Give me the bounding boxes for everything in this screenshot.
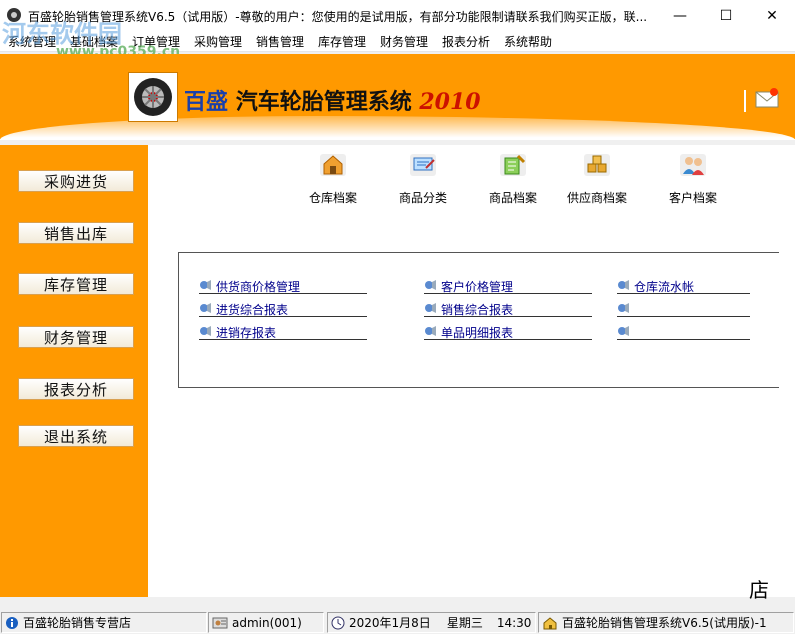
info-icon <box>6 616 18 629</box>
toolbar-product[interactable]: 商品档案 <box>478 148 548 205</box>
link-label: 仓库流水帐 <box>634 280 695 294</box>
menu-order[interactable]: 订单管理 <box>132 33 180 50</box>
tire-logo <box>128 72 178 122</box>
link-bullet-icon <box>618 303 629 313</box>
sidebar-report-button[interactable]: 报表分析 <box>18 378 134 400</box>
status-app-name: 百盛轮胎销售管理系统V6.5(试用版)-1 <box>562 616 767 630</box>
link-customer-price[interactable]: 客户价格管理 <box>424 277 592 294</box>
status-shop-name: 百盛轮胎销售专营店 <box>23 616 132 630</box>
tire-icon <box>134 78 172 116</box>
menu-inventory[interactable]: 库存管理 <box>318 33 366 50</box>
toolbar-warehouse[interactable]: 仓库档案 <box>298 148 368 205</box>
link-label: 供货商价格管理 <box>216 280 301 294</box>
menu-sales[interactable]: 销售管理 <box>256 33 304 50</box>
link-supplier-price[interactable]: 供货商价格管理 <box>199 277 367 294</box>
status-time: 14:30 <box>496 615 532 630</box>
toolbar-label: 商品分类 <box>398 191 447 205</box>
title-bar: 百盛轮胎销售管理系统V6.5（试用版）-尊敬的用户：您使用的是试用版，有部分功能… <box>0 0 795 31</box>
link-inventory-report[interactable]: 进销存报表 <box>199 323 367 340</box>
corner-shop-text: 店 <box>749 578 769 602</box>
link-bullet-icon <box>425 303 436 313</box>
link-empty[interactable] <box>617 323 750 340</box>
status-weekday: 星期三 <box>446 616 483 630</box>
link-warehouse-ledger[interactable]: 仓库流水帐 <box>617 277 750 294</box>
banner-wave <box>0 116 795 140</box>
toolbar-label: 商品档案 <box>488 191 537 205</box>
link-label: 单品明细报表 <box>441 326 514 340</box>
status-user: admin(001) <box>208 612 324 633</box>
sidebar-exit-button[interactable]: 退出系统 <box>18 425 134 447</box>
status-datetime: 2020年1月8日 星期三 14:30 <box>327 612 536 633</box>
customer-icon <box>680 154 706 176</box>
toolbar-label: 客户档案 <box>668 191 717 205</box>
mail-icon[interactable] <box>754 86 780 110</box>
menu-basic[interactable]: 基础档案 <box>70 33 118 50</box>
status-app: 百盛轮胎销售管理系统V6.5(试用版)-1 <box>538 612 794 633</box>
menu-system[interactable]: 系统管理 <box>8 33 56 50</box>
product-icon <box>500 154 526 176</box>
link-bullet-icon <box>200 303 211 313</box>
link-label: 销售综合报表 <box>441 303 514 317</box>
link-label: 客户价格管理 <box>441 280 514 294</box>
link-purchase-report[interactable]: 进货综合报表 <box>199 300 367 317</box>
close-button[interactable]: ✕ <box>749 0 795 31</box>
link-bullet-icon <box>618 326 629 336</box>
link-label: 进货综合报表 <box>216 303 289 317</box>
link-bullet-icon <box>618 280 629 290</box>
link-item-detail-report[interactable]: 单品明细报表 <box>424 323 592 340</box>
window-title: 百盛轮胎销售管理系统V6.5（试用版）-尊敬的用户：您使用的是试用版，有部分功能… <box>28 10 648 24</box>
link-bullet-icon <box>425 326 436 336</box>
clock-icon <box>331 616 345 629</box>
toolbar-category[interactable]: 商品分类 <box>388 148 458 205</box>
toolbar-label: 供应商档案 <box>566 191 627 205</box>
link-label: 进销存报表 <box>216 326 277 340</box>
menu-finance[interactable]: 财务管理 <box>380 33 428 50</box>
menu-help[interactable]: 系统帮助 <box>504 33 552 50</box>
link-bullet-icon <box>200 326 211 336</box>
toolbar-supplier[interactable]: 供应商档案 <box>562 148 632 205</box>
maximize-button[interactable]: ☐ <box>703 0 749 31</box>
brand-name: 百盛 <box>184 89 229 115</box>
sidebar-inventory-button[interactable]: 库存管理 <box>18 273 134 295</box>
menu-report[interactable]: 报表分析 <box>442 33 490 50</box>
toolbar-label: 仓库档案 <box>308 191 357 205</box>
user-icon <box>212 617 228 628</box>
sidebar-sales-button[interactable]: 销售出库 <box>18 222 134 244</box>
sidebar-finance-button[interactable]: 财务管理 <box>18 326 134 348</box>
warehouse-icon <box>320 154 346 176</box>
home-icon <box>543 616 557 629</box>
status-shop: 百盛轮胎销售专营店 <box>1 612 207 633</box>
status-date: 2020年1月8日 <box>349 616 431 630</box>
link-bullet-icon <box>200 280 211 290</box>
system-name: 汽车轮胎管理系统 <box>235 90 412 115</box>
supplier-icon <box>584 154 610 176</box>
system-brand: 百盛 汽车轮胎管理系统 2010 <box>184 84 481 116</box>
link-empty[interactable] <box>617 300 750 317</box>
sidebar-purchase-button[interactable]: 采购进货 <box>18 170 134 192</box>
brand-year: 2010 <box>419 89 481 115</box>
app-icon <box>7 8 21 22</box>
category-icon <box>410 154 436 176</box>
toolbar-customer[interactable]: 客户档案 <box>658 148 728 205</box>
sidebar <box>0 145 148 597</box>
quick-links-panel <box>178 252 779 388</box>
menu-purchase[interactable]: 采购管理 <box>194 33 242 50</box>
minimize-button[interactable]: — <box>657 0 703 31</box>
status-user-name: admin(001) <box>232 615 302 630</box>
header-divider <box>744 90 746 112</box>
link-bullet-icon <box>425 280 436 290</box>
link-sales-report[interactable]: 销售综合报表 <box>424 300 592 317</box>
menu-bar: 系统管理 基础档案 订单管理 采购管理 销售管理 库存管理 财务管理 报表分析 … <box>0 31 795 52</box>
